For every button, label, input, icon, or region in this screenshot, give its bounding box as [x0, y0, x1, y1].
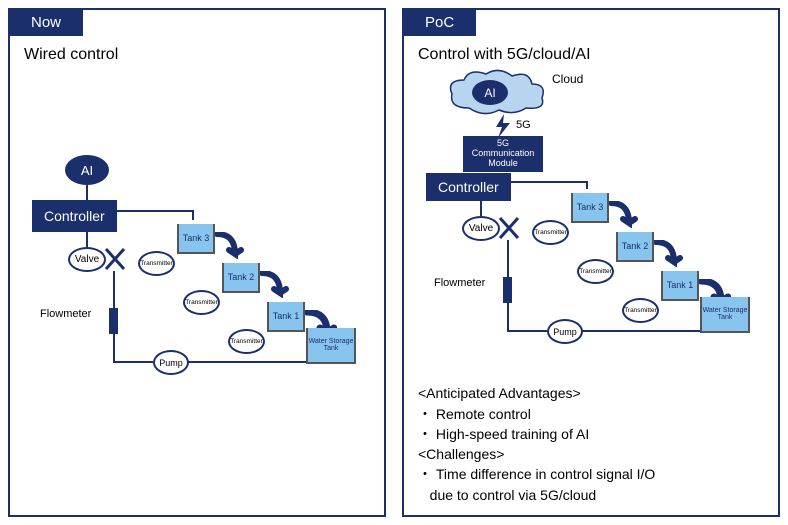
notes-heading: <Anticipated Advantages>: [418, 383, 768, 403]
line: [86, 232, 88, 247]
panel-now: Now Wired control AI Controller Valve Fl…: [8, 8, 386, 517]
comm-module: 5G Communication Module: [463, 136, 543, 172]
line: [480, 201, 482, 216]
ai-node: AI: [65, 155, 109, 185]
line: [113, 271, 115, 313]
controller: Controller: [426, 173, 511, 201]
tab-now: Now: [9, 9, 83, 36]
line: [113, 334, 115, 361]
title-poc: Control with 5G/cloud/AI: [418, 46, 591, 64]
storage-tank: Water Storage Tank: [306, 328, 356, 364]
title-now: Wired control: [24, 46, 118, 64]
pump: Pump: [547, 319, 583, 344]
cloud-label: Cloud: [552, 72, 583, 86]
tank-3: Tank 3: [571, 193, 609, 223]
tank-2: Tank 2: [222, 263, 260, 293]
transmitter: Transmitter: [228, 329, 265, 354]
notes-bullet: due to control via 5G/cloud: [418, 485, 768, 505]
line: [117, 210, 192, 212]
notes-heading: <Challenges>: [418, 444, 768, 464]
fiveg-label: 5G: [516, 119, 531, 131]
valve: Valve: [462, 216, 500, 241]
lightning-icon: [494, 114, 512, 138]
line: [86, 185, 88, 200]
transmitter: Transmitter: [138, 251, 175, 276]
line: [507, 330, 547, 332]
controller: Controller: [32, 200, 117, 232]
tank-1: Tank 1: [661, 271, 699, 301]
tab-poc: PoC: [403, 9, 476, 36]
flowmeter-label: Flowmeter: [434, 277, 485, 289]
valve: Valve: [68, 247, 106, 272]
transmitter: Transmitter: [577, 259, 614, 284]
valve-icon: [105, 248, 125, 270]
notes-bullet: ・ High-speed training of AI: [418, 424, 768, 444]
pump: Pump: [153, 350, 189, 375]
comm-line: Module: [468, 159, 538, 169]
line: [511, 181, 586, 183]
transmitter: Transmitter: [622, 298, 659, 323]
notes-bullet: ・ Time difference in control signal I/O: [418, 464, 768, 484]
tank-2: Tank 2: [616, 232, 654, 262]
transmitter: Transmitter: [532, 220, 569, 245]
tank-1: Tank 1: [267, 302, 305, 332]
transmitter: Transmitter: [183, 290, 220, 315]
storage-tank: Water Storage Tank: [700, 297, 750, 333]
ai-node: AI: [472, 80, 508, 105]
notes: <Anticipated Advantages> ・ Remote contro…: [418, 383, 768, 505]
tank-3: Tank 3: [177, 224, 215, 254]
line: [113, 361, 153, 363]
flowmeter-label: Flowmeter: [40, 308, 91, 320]
flowmeter-icon: [109, 308, 118, 334]
notes-bullet: ・ Remote control: [418, 404, 768, 424]
line: [507, 303, 509, 330]
flowmeter-icon: [503, 277, 512, 303]
panel-poc: PoC Control with 5G/cloud/AI AI Cloud 5G…: [402, 8, 780, 517]
line: [507, 240, 509, 282]
valve-icon: [499, 217, 519, 239]
